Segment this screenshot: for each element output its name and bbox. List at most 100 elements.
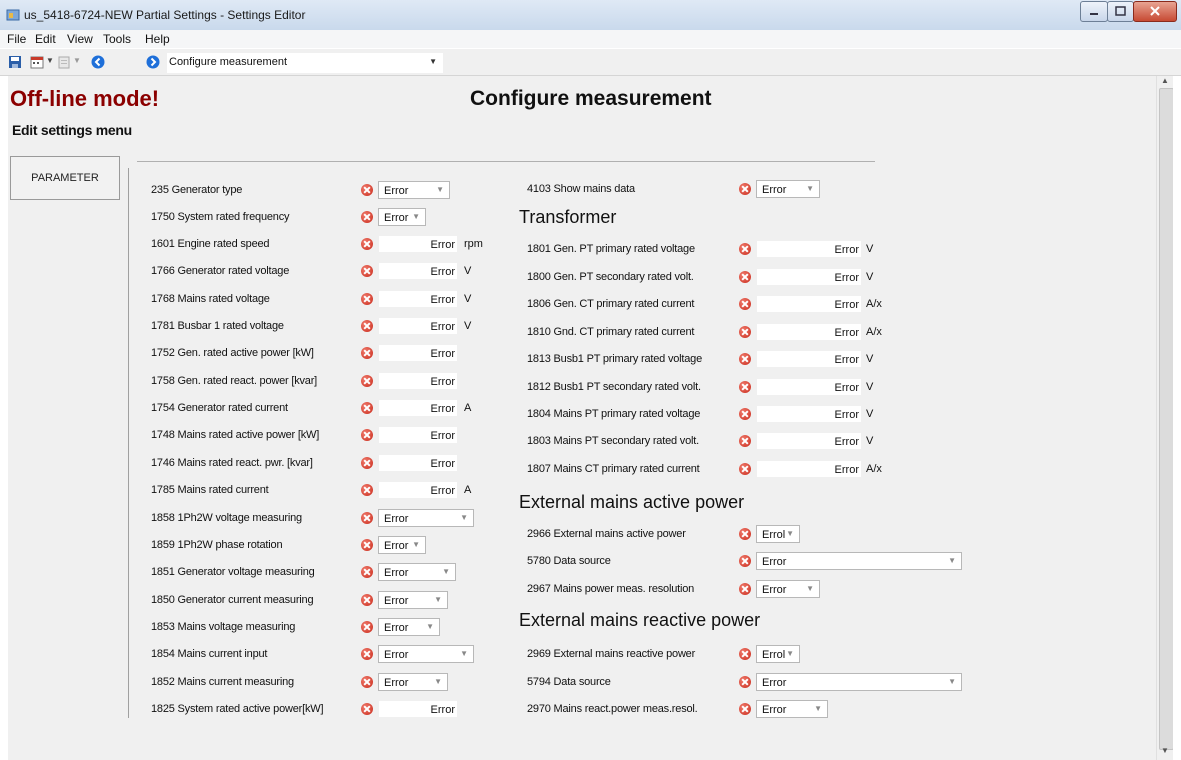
parameter-select[interactable]: Error ▼ xyxy=(378,208,426,226)
parameter-select[interactable]: Error ▼ xyxy=(756,580,820,598)
parameter-select[interactable]: Error ▼ xyxy=(378,673,448,691)
error-icon xyxy=(739,183,751,195)
parameter-select[interactable]: Errol ▼ xyxy=(756,525,800,543)
menu-view[interactable]: View xyxy=(67,32,93,46)
back-arrow-icon[interactable] xyxy=(91,55,105,69)
parameter-select[interactable]: Error ▼ xyxy=(378,645,474,663)
parameter-input[interactable]: Error xyxy=(756,405,862,423)
parameter-select[interactable]: Error ▼ xyxy=(756,700,828,718)
parameter-button-label: PARAMETER xyxy=(31,172,99,184)
parameter-select[interactable]: Error ▼ xyxy=(378,591,448,609)
parameter-button[interactable]: PARAMETER xyxy=(10,156,120,200)
chevron-down-icon: ▼ xyxy=(442,567,450,576)
parameter-label: 1803 Mains PT secondary rated volt. xyxy=(527,435,699,447)
left-border xyxy=(0,76,8,760)
error-icon xyxy=(361,512,373,524)
parameter-input[interactable]: Error xyxy=(756,378,862,396)
parameter-select[interactable]: Errol ▼ xyxy=(756,645,800,663)
parameter-input[interactable]: Error xyxy=(378,454,458,472)
parameter-input[interactable]: Error xyxy=(756,432,862,450)
document-icon[interactable] xyxy=(57,55,71,69)
parameter-label: 1812 Busb1 PT secondary rated volt. xyxy=(527,381,701,393)
error-icon xyxy=(739,463,751,475)
calendar-dropdown-icon[interactable]: ▼ xyxy=(46,56,54,65)
parameter-input[interactable]: Error xyxy=(756,460,862,478)
chevron-down-icon: ▼ xyxy=(814,704,822,713)
parameter-select[interactable]: Error ▼ xyxy=(378,509,474,527)
parameter-input[interactable]: Error xyxy=(378,344,458,362)
maximize-button[interactable] xyxy=(1107,1,1134,22)
parameter-label: 1850 Generator current measuring xyxy=(151,594,314,606)
parameter-select[interactable]: Error ▼ xyxy=(378,536,426,554)
calendar-icon[interactable] xyxy=(30,55,44,69)
parameter-input[interactable]: Error xyxy=(756,240,862,258)
chevron-down-icon: ▼ xyxy=(436,185,444,194)
menu-edit[interactable]: Edit xyxy=(35,32,56,46)
parameter-input[interactable]: Error xyxy=(378,481,458,499)
navigation-combo[interactable]: Configure measurement ▼ xyxy=(166,52,444,74)
parameter-input[interactable]: Error xyxy=(756,323,862,341)
parameter-label: 2966 External mains active power xyxy=(527,528,686,540)
title-bar: us_5418-6724-NEW Partial Settings - Sett… xyxy=(0,0,1181,31)
parameter-select-value: Error xyxy=(762,556,787,568)
scroll-up-icon[interactable]: ▲ xyxy=(1161,76,1169,85)
menu-tools[interactable]: Tools xyxy=(103,32,131,46)
parameter-select[interactable]: Error ▼ xyxy=(756,552,962,570)
close-button[interactable] xyxy=(1133,1,1177,22)
chevron-down-icon: ▼ xyxy=(429,57,437,66)
parameter-select-value: Error xyxy=(384,649,409,661)
error-icon xyxy=(361,594,373,606)
menu-help[interactable]: Help xyxy=(145,32,170,46)
parameter-input[interactable]: Error xyxy=(378,399,458,417)
minimize-button[interactable] xyxy=(1080,1,1108,22)
parameter-label: 2969 External mains reactive power xyxy=(527,648,696,660)
parameter-input[interactable]: Error xyxy=(378,317,458,335)
parameter-select-value: Error xyxy=(762,184,787,196)
menu-file[interactable]: File xyxy=(7,32,26,46)
parameter-input[interactable]: Error xyxy=(756,268,862,286)
error-icon xyxy=(739,381,751,393)
forward-arrow-icon[interactable] xyxy=(146,55,160,69)
edit-settings-menu-label: Edit settings menu xyxy=(12,122,132,138)
parameter-input[interactable]: Error xyxy=(378,235,458,253)
parameter-input[interactable]: Error xyxy=(378,700,458,718)
vertical-scrollbar[interactable]: ▲ ▼ xyxy=(1156,76,1174,760)
error-icon xyxy=(739,326,751,338)
save-icon[interactable] xyxy=(8,55,22,69)
parameter-label: 4103 Show mains data xyxy=(527,183,635,195)
parameter-input-value: Error xyxy=(430,294,455,306)
parameter-select[interactable]: Error ▼ xyxy=(756,180,820,198)
parameter-select[interactable]: Error ▼ xyxy=(756,673,962,691)
parameter-unit: A/x xyxy=(866,298,882,310)
error-icon xyxy=(361,648,373,660)
parameter-unit: A xyxy=(464,402,472,414)
scroll-thumb[interactable] xyxy=(1159,88,1174,750)
parameter-input[interactable]: Error xyxy=(378,290,458,308)
maximize-icon xyxy=(1115,6,1126,16)
error-icon xyxy=(361,539,373,551)
parameter-input-value: Error xyxy=(430,239,455,251)
parameter-select[interactable]: Error ▼ xyxy=(378,563,456,581)
chevron-down-icon: ▼ xyxy=(412,212,420,221)
parameter-input[interactable]: Error xyxy=(756,295,862,313)
chevron-down-icon: ▼ xyxy=(434,595,442,604)
parameter-input[interactable]: Error xyxy=(378,372,458,390)
parameter-input-value: Error xyxy=(430,321,455,333)
parameter-label: 1807 Mains CT primary rated current xyxy=(527,463,700,475)
parameter-input-value: Error xyxy=(834,464,859,476)
parameter-select[interactable]: Error ▼ xyxy=(378,618,440,636)
parameter-label: 1785 Mains rated current xyxy=(151,484,269,496)
error-icon xyxy=(739,555,751,567)
parameter-select[interactable]: Error ▼ xyxy=(378,181,450,199)
error-icon xyxy=(361,347,373,359)
parameter-unit: A/x xyxy=(866,326,882,338)
chevron-down-icon: ▼ xyxy=(948,677,956,686)
parameter-input[interactable]: Error xyxy=(756,350,862,368)
scroll-down-icon[interactable]: ▼ xyxy=(1161,746,1169,755)
parameter-input[interactable]: Error xyxy=(378,262,458,280)
parameter-label: 1752 Gen. rated active power [kW] xyxy=(151,347,314,359)
document-dropdown-icon[interactable]: ▼ xyxy=(73,56,81,65)
parameter-label: 1754 Generator rated current xyxy=(151,402,288,414)
parameter-input[interactable]: Error xyxy=(378,426,458,444)
chevron-down-icon: ▼ xyxy=(426,622,434,631)
